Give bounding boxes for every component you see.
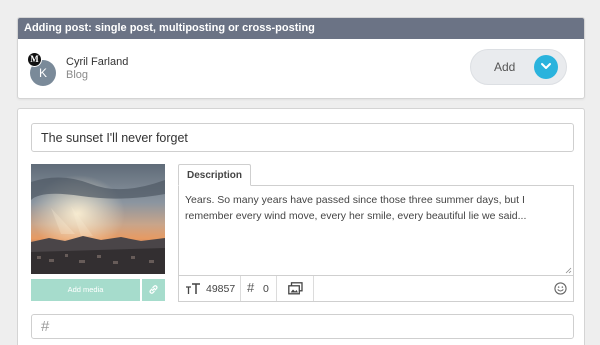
account-item[interactable]: K M Cyril Farland Blog — [27, 52, 230, 86]
hashtags-input[interactable]: # — [31, 314, 574, 339]
card-title: Adding post: single post, multiposting o… — [18, 18, 584, 39]
description-textarea[interactable]: Years. So many years have passed since t… — [178, 185, 574, 276]
hashtag-icon: # — [247, 280, 255, 295]
add-button-label: Add — [494, 60, 516, 74]
link-icon[interactable] — [142, 279, 165, 301]
account-name: Cyril Farland — [66, 56, 129, 68]
image-gallery-button[interactable] — [277, 276, 314, 301]
chevron-down-icon[interactable] — [534, 55, 558, 79]
hashtag-icon: # — [41, 318, 50, 335]
char-counter: 49857 — [179, 276, 241, 301]
char-count: 49857 — [206, 283, 236, 295]
hashtag-count: 0 — [263, 283, 269, 295]
image-gallery-icon — [288, 282, 303, 295]
network-badge-icon: M — [27, 52, 42, 67]
add-media-button[interactable]: Add media — [31, 279, 140, 301]
post-target-card: Adding post: single post, multiposting o… — [17, 17, 585, 99]
avatar-initial: K — [38, 66, 47, 80]
post-editor-card: Add media Description Years. So many yea… — [17, 108, 585, 345]
post-image-thumbnail[interactable] — [31, 164, 165, 274]
add-button[interactable]: Add — [470, 49, 567, 85]
account-type: Blog — [66, 69, 89, 81]
description-text: Years. So many years have passed since t… — [185, 194, 527, 222]
hashtag-counter: # 0 — [241, 276, 277, 301]
tab-description[interactable]: Description — [178, 164, 251, 186]
editor-toolbar: 49857 # 0 — [178, 276, 574, 302]
post-title-input[interactable] — [31, 123, 574, 152]
emoji-icon[interactable] — [554, 282, 567, 295]
text-size-icon — [186, 283, 200, 294]
resize-handle-icon[interactable] — [565, 267, 572, 274]
